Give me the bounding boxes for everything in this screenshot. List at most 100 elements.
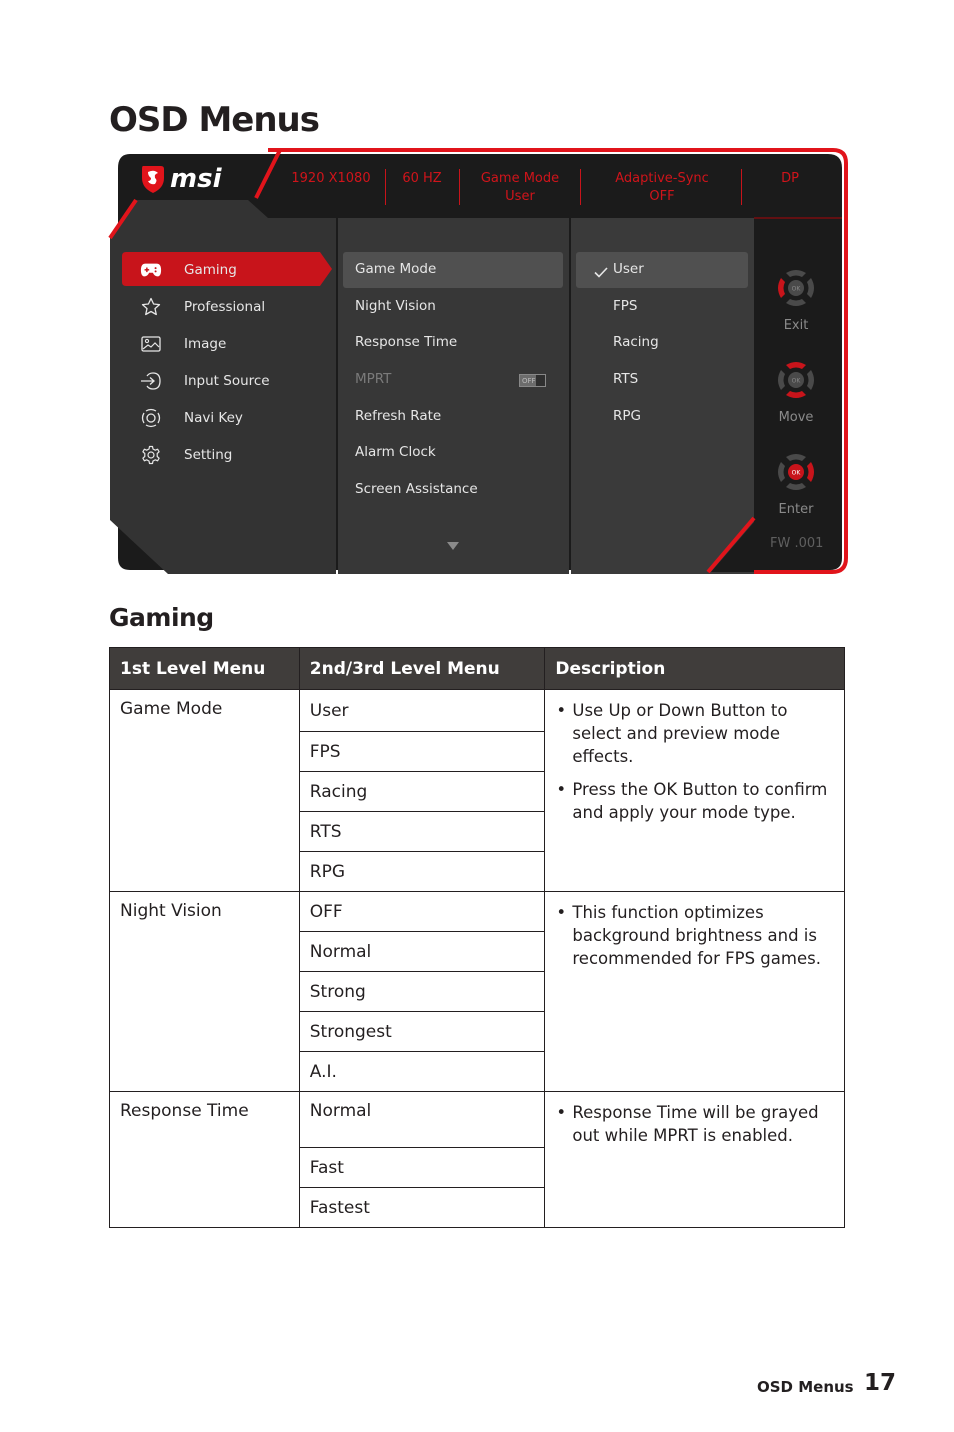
sub-menu-label: Night Vision xyxy=(355,298,436,314)
menu-option: Strong xyxy=(298,971,546,1012)
sub-menu-item-refresh-rate[interactable]: Refresh Rate xyxy=(343,399,563,435)
toggle-state-label: OFF xyxy=(522,377,536,385)
main-menu-label: Gaming xyxy=(184,262,237,278)
menu-option: A.I. xyxy=(298,1051,546,1092)
option-label: User xyxy=(613,261,644,277)
page-title: OSD Menus xyxy=(109,100,320,140)
sub-menu-item-screen-assistance[interactable]: Screen Assistance xyxy=(343,472,563,508)
menu-option: OFF xyxy=(298,891,546,932)
column-header: 2nd/3rd Level Menu xyxy=(298,647,546,690)
main-menu-item-input-source[interactable]: Input Source xyxy=(108,366,328,396)
status-input: DP xyxy=(781,171,799,186)
first-level-menu: Night Vision xyxy=(109,891,300,1092)
status-divider xyxy=(459,169,460,205)
nav-key-label: Move xyxy=(778,410,814,425)
gamepad-icon xyxy=(140,259,162,281)
status-divider xyxy=(580,169,581,205)
description-bullet: Response Time will be grayed out while M… xyxy=(556,1101,834,1147)
main-menu-label: Navi Key xyxy=(184,410,243,426)
svg-text:msi: msi xyxy=(170,164,223,194)
option-label: FPS xyxy=(613,298,638,314)
menu-option: Fast xyxy=(298,1147,546,1188)
msi-dragon-shield-icon: msi xyxy=(142,164,223,194)
description: Response Time will be grayed out while M… xyxy=(544,1091,845,1228)
option-item-rpg[interactable]: RPG xyxy=(576,399,748,435)
sub-menu-item-game-mode[interactable]: Game Mode xyxy=(343,252,563,288)
main-menu-label: Setting xyxy=(184,447,233,463)
status-refresh-rate: 60 HZ xyxy=(402,171,442,186)
menu-option: Fastest xyxy=(298,1187,546,1228)
table-row: Game Mode User Use Up or Down Button to … xyxy=(109,689,845,892)
toggle-knob xyxy=(536,375,545,386)
main-menu-label: Professional xyxy=(184,299,266,315)
sub-menu-item-mprt[interactable]: MPRT OFF xyxy=(343,362,563,398)
column-header: Description xyxy=(544,647,845,690)
page-number: 17 xyxy=(864,1370,897,1396)
sub-menu-label: MPRT xyxy=(355,371,392,387)
table-row: Response Time Normal Response Time will … xyxy=(109,1091,845,1228)
option-label: RPG xyxy=(613,408,641,424)
status-divider xyxy=(385,169,386,205)
table-row: Night Vision OFF This function optimizes… xyxy=(109,891,845,1092)
nav-key-move: OK Move xyxy=(772,356,820,425)
description: Use Up or Down Button to select and prev… xyxy=(544,689,845,892)
main-menu-item-image[interactable]: Image xyxy=(108,329,328,359)
nav-key-label: Enter xyxy=(778,502,814,517)
option-item-user[interactable]: User xyxy=(576,252,748,288)
main-menu-label: Image xyxy=(184,336,227,352)
image-icon xyxy=(140,333,162,355)
sub-menu-item-night-vision[interactable]: Night Vision xyxy=(343,289,563,325)
option-item-fps[interactable]: FPS xyxy=(576,289,748,325)
status-game-mode: Game Mode User xyxy=(480,171,560,204)
column-header: 1st Level Menu xyxy=(109,647,300,690)
sub-menu-item-response-time[interactable]: Response Time xyxy=(343,325,563,361)
footer-section-label: OSD Menus xyxy=(757,1378,854,1396)
menu-option: Normal xyxy=(298,931,546,972)
option-item-rts[interactable]: RTS xyxy=(576,362,748,398)
msi-logo: msi xyxy=(140,164,250,194)
main-menu-item-gaming[interactable]: Gaming xyxy=(108,255,328,285)
menu-option: RTS xyxy=(298,811,546,852)
description: This function optimizes background brigh… xyxy=(544,891,845,1092)
nav-key-enter: OK Enter xyxy=(772,448,820,517)
first-level-menu: Response Time xyxy=(109,1091,300,1228)
checkmark-icon xyxy=(594,263,608,282)
description-bullet: This function optimizes background brigh… xyxy=(556,901,834,970)
menu-option: FPS xyxy=(298,731,546,772)
nav-key-label: Exit xyxy=(783,318,809,333)
status-adaptive-sync: Adaptive-Sync OFF xyxy=(615,171,709,204)
main-menu-item-setting[interactable]: Setting xyxy=(108,440,328,470)
sub-menu-label: Response Time xyxy=(355,334,458,350)
joystick-up-down-icon: OK xyxy=(778,362,814,398)
option-label: RTS xyxy=(613,371,639,387)
option-item-racing[interactable]: Racing xyxy=(576,325,748,361)
svg-text:OK: OK xyxy=(792,470,802,477)
sub-menu-label: Screen Assistance xyxy=(355,481,478,497)
menu-option: Normal xyxy=(298,1091,546,1148)
nav-key-exit: OK Exit xyxy=(772,264,820,333)
description-bullet: Use Up or Down Button to select and prev… xyxy=(556,699,834,768)
description-bullet: Press the OK Button to confirm and apply… xyxy=(556,778,834,824)
joystick-ok-icon: OK xyxy=(778,454,814,490)
sub-menu-label: Refresh Rate xyxy=(355,408,442,424)
menu-option: Strongest xyxy=(298,1011,546,1052)
svg-text:OK: OK xyxy=(792,286,802,293)
gear-icon xyxy=(140,444,162,466)
menu-option: Racing xyxy=(298,771,546,812)
osd-screenshot: msi 1920 X1080 60 HZ Game Mode User Adapt… xyxy=(108,148,848,576)
mprt-toggle[interactable]: OFF xyxy=(519,374,546,387)
option-label: Racing xyxy=(613,334,659,350)
sub-menu-label: Alarm Clock xyxy=(355,444,436,460)
navi-key-icon xyxy=(140,407,162,429)
sub-menu-label: Game Mode xyxy=(355,261,437,277)
firmware-version: FW .001 xyxy=(770,536,824,551)
status-divider xyxy=(741,169,742,205)
sub-menu-item-alarm-clock[interactable]: Alarm Clock xyxy=(343,435,563,471)
table-header-row: 1st Level Menu 2nd/3rd Level Menu Descri… xyxy=(109,647,845,690)
main-menu-item-professional[interactable]: Professional xyxy=(108,292,328,322)
status-resolution: 1920 X1080 xyxy=(291,171,371,186)
input-source-icon xyxy=(140,370,162,392)
svg-text:OK: OK xyxy=(792,378,802,385)
main-menu-item-navi-key[interactable]: Navi Key xyxy=(108,403,328,433)
star-icon xyxy=(140,296,162,318)
